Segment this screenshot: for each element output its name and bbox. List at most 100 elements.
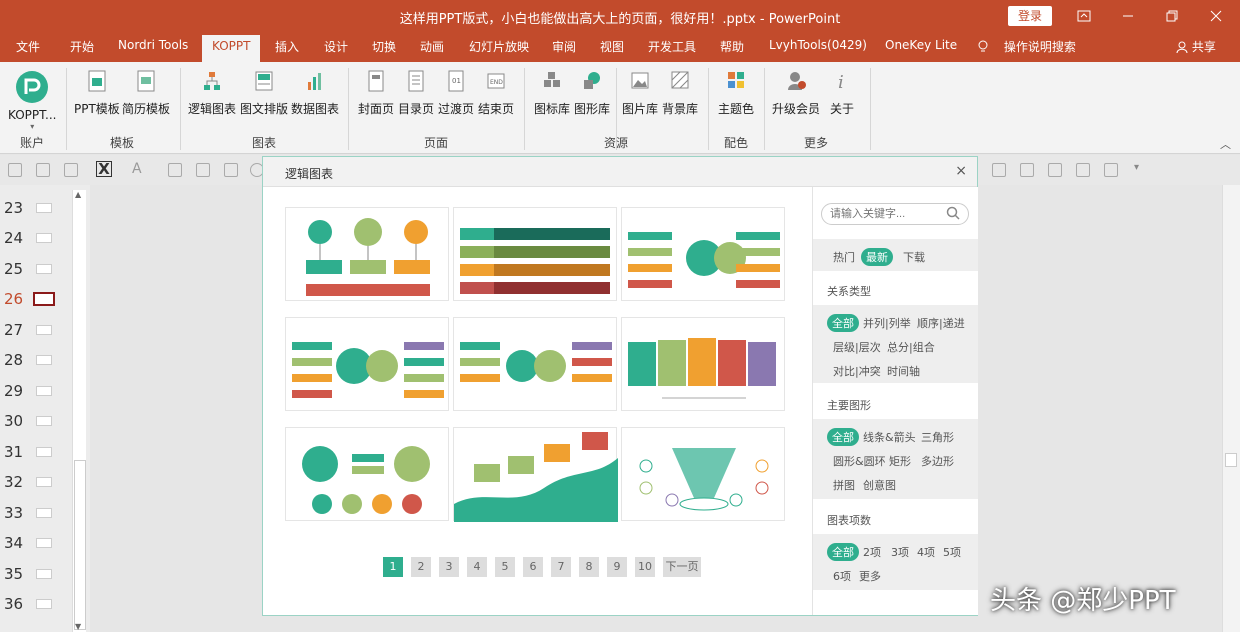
page-button[interactable]: 9 bbox=[607, 557, 627, 577]
toolbar-icon[interactable] bbox=[64, 163, 78, 177]
filter-option[interactable]: 2项 bbox=[863, 544, 881, 560]
end-page-button[interactable]: END 结束页 bbox=[478, 70, 514, 117]
slide-thumbnail-current[interactable]: 26 bbox=[0, 290, 70, 310]
tab-home[interactable]: 开始 bbox=[70, 38, 94, 55]
template-card[interactable] bbox=[453, 427, 618, 522]
toolbar-icon[interactable] bbox=[1104, 163, 1118, 177]
tab-nordri-tools[interactable]: Nordri Tools bbox=[118, 38, 188, 52]
page-button[interactable]: 10 bbox=[635, 557, 655, 577]
font-icon[interactable]: A bbox=[132, 161, 142, 177]
sort-download[interactable]: 下载 bbox=[903, 249, 925, 265]
filter-option[interactable]: 5项 bbox=[943, 544, 961, 560]
slide-thumbnail[interactable]: 32 bbox=[0, 473, 70, 493]
template-card[interactable] bbox=[453, 317, 617, 411]
template-card[interactable] bbox=[453, 207, 617, 301]
filter-option[interactable]: 多边形 bbox=[921, 453, 954, 469]
dialog-close-icon[interactable]: × bbox=[955, 163, 967, 179]
thumbnail-scrollbar[interactable]: ▲ ▼ bbox=[72, 190, 86, 632]
filter-option[interactable]: 创意图 bbox=[863, 477, 896, 493]
slide-thumbnail[interactable]: 23 bbox=[0, 199, 70, 219]
filter-option[interactable]: 全部 bbox=[827, 543, 859, 561]
data-chart-button[interactable]: 数据图表 bbox=[291, 70, 339, 117]
ribbon-display-options-icon[interactable] bbox=[1062, 0, 1106, 32]
slide-thumbnail[interactable]: 36 bbox=[0, 595, 70, 615]
page-button[interactable]: 1 bbox=[383, 557, 403, 577]
scroll-thumb[interactable] bbox=[74, 460, 86, 630]
slide-thumbnail[interactable]: 25 bbox=[0, 260, 70, 280]
filter-option[interactable]: 顺序|递进 bbox=[917, 315, 965, 331]
tab-transitions[interactable]: 切换 bbox=[372, 38, 396, 55]
scroll-down-icon[interactable]: ▼ bbox=[75, 622, 81, 631]
slide-thumbnail[interactable]: 29 bbox=[0, 382, 70, 402]
toolbar-icon[interactable] bbox=[8, 163, 22, 177]
page-button[interactable]: 8 bbox=[579, 557, 599, 577]
slide-thumbnail[interactable]: 27 bbox=[0, 321, 70, 341]
toolbar-icon[interactable] bbox=[168, 163, 182, 177]
koppt-account-button[interactable]: KOPPT... ▾ bbox=[8, 70, 56, 131]
clear-format-icon[interactable]: X bbox=[96, 161, 112, 177]
minimize-icon[interactable] bbox=[1106, 0, 1150, 32]
editor-scrollbar[interactable] bbox=[1222, 185, 1240, 632]
page-button[interactable]: 5 bbox=[495, 557, 515, 577]
tab-animations[interactable]: 动画 bbox=[420, 38, 444, 55]
tab-lvyhtools[interactable]: LvyhTools(0429) bbox=[769, 38, 867, 52]
next-page-button[interactable]: 下一页 bbox=[663, 557, 701, 577]
filter-option[interactable]: 对比|冲突 bbox=[833, 363, 881, 379]
filter-option[interactable]: 更多 bbox=[859, 568, 881, 584]
filter-option[interactable]: 3项 bbox=[891, 544, 909, 560]
filter-option[interactable]: 4项 bbox=[917, 544, 935, 560]
close-icon[interactable] bbox=[1194, 0, 1238, 32]
filter-option[interactable]: 三角形 bbox=[921, 429, 954, 445]
cover-page-button[interactable]: 封面页 bbox=[358, 70, 394, 117]
filter-option[interactable]: 6项 bbox=[833, 568, 851, 584]
slide-thumbnail[interactable]: 28 bbox=[0, 351, 70, 371]
filter-option[interactable]: 时间轴 bbox=[887, 363, 920, 379]
tab-onekey-lite[interactable]: OneKey Lite bbox=[885, 38, 957, 52]
slide-thumbnail[interactable]: 24 bbox=[0, 229, 70, 249]
tab-slideshow[interactable]: 幻灯片放映 bbox=[469, 38, 529, 55]
scroll-thumb[interactable] bbox=[1225, 453, 1237, 467]
page-button[interactable]: 2 bbox=[411, 557, 431, 577]
toolbar-icon[interactable] bbox=[1048, 163, 1062, 177]
template-card[interactable] bbox=[621, 427, 785, 521]
share-button[interactable]: 共享 bbox=[1176, 38, 1216, 55]
toolbar-dropdown-icon[interactable]: ▾ bbox=[1134, 162, 1139, 173]
theme-color-button[interactable]: 主题色 bbox=[718, 70, 754, 117]
upgrade-member-button[interactable]: 升级会员 bbox=[772, 70, 820, 117]
tab-design[interactable]: 设计 bbox=[324, 38, 348, 55]
template-card[interactable] bbox=[621, 317, 785, 411]
sort-latest[interactable]: 最新 bbox=[861, 248, 893, 266]
tab-koppt[interactable]: KOPPT bbox=[202, 35, 261, 62]
toolbar-icon[interactable] bbox=[196, 163, 210, 177]
logic-chart-button[interactable]: 逻辑图表 bbox=[188, 70, 236, 117]
collapse-ribbon-icon[interactable]: ︿ bbox=[1220, 136, 1231, 152]
tab-review[interactable]: 审阅 bbox=[552, 38, 576, 55]
slide-thumbnail[interactable]: 31 bbox=[0, 443, 70, 463]
slide-thumbnail[interactable]: 34 bbox=[0, 534, 70, 554]
tab-file[interactable]: 文件 bbox=[16, 38, 40, 55]
transition-page-button[interactable]: 01 过渡页 bbox=[438, 70, 474, 117]
toc-page-button[interactable]: 目录页 bbox=[398, 70, 434, 117]
filter-option[interactable]: 全部 bbox=[827, 314, 859, 332]
template-card[interactable] bbox=[621, 207, 785, 301]
template-card[interactable] bbox=[285, 317, 449, 411]
search-input[interactable] bbox=[830, 206, 940, 222]
scroll-up-icon[interactable]: ▲ bbox=[75, 190, 81, 199]
resume-template-button[interactable]: 简历模板 bbox=[122, 70, 170, 117]
slide-thumbnail[interactable]: 35 bbox=[0, 565, 70, 585]
template-card[interactable] bbox=[285, 427, 449, 521]
background-library-button[interactable]: 背景库 bbox=[662, 70, 698, 117]
toolbar-icon[interactable] bbox=[1076, 163, 1090, 177]
shape-library-button[interactable]: 图形库 bbox=[574, 70, 610, 117]
tab-view[interactable]: 视图 bbox=[600, 38, 624, 55]
tab-help[interactable]: 帮助 bbox=[720, 38, 744, 55]
filter-option[interactable]: 圆形&圆环 bbox=[833, 453, 886, 469]
toolbar-icon[interactable] bbox=[224, 163, 238, 177]
filter-option[interactable]: 层级|层次 bbox=[833, 339, 881, 355]
slide-thumbnail[interactable]: 30 bbox=[0, 412, 70, 432]
keyword-search[interactable] bbox=[821, 203, 969, 225]
page-button[interactable]: 4 bbox=[467, 557, 487, 577]
picture-library-button[interactable]: 图片库 bbox=[622, 70, 658, 117]
ppt-template-button[interactable]: PPT模板 bbox=[74, 70, 120, 117]
filter-option[interactable]: 总分|组合 bbox=[887, 339, 935, 355]
